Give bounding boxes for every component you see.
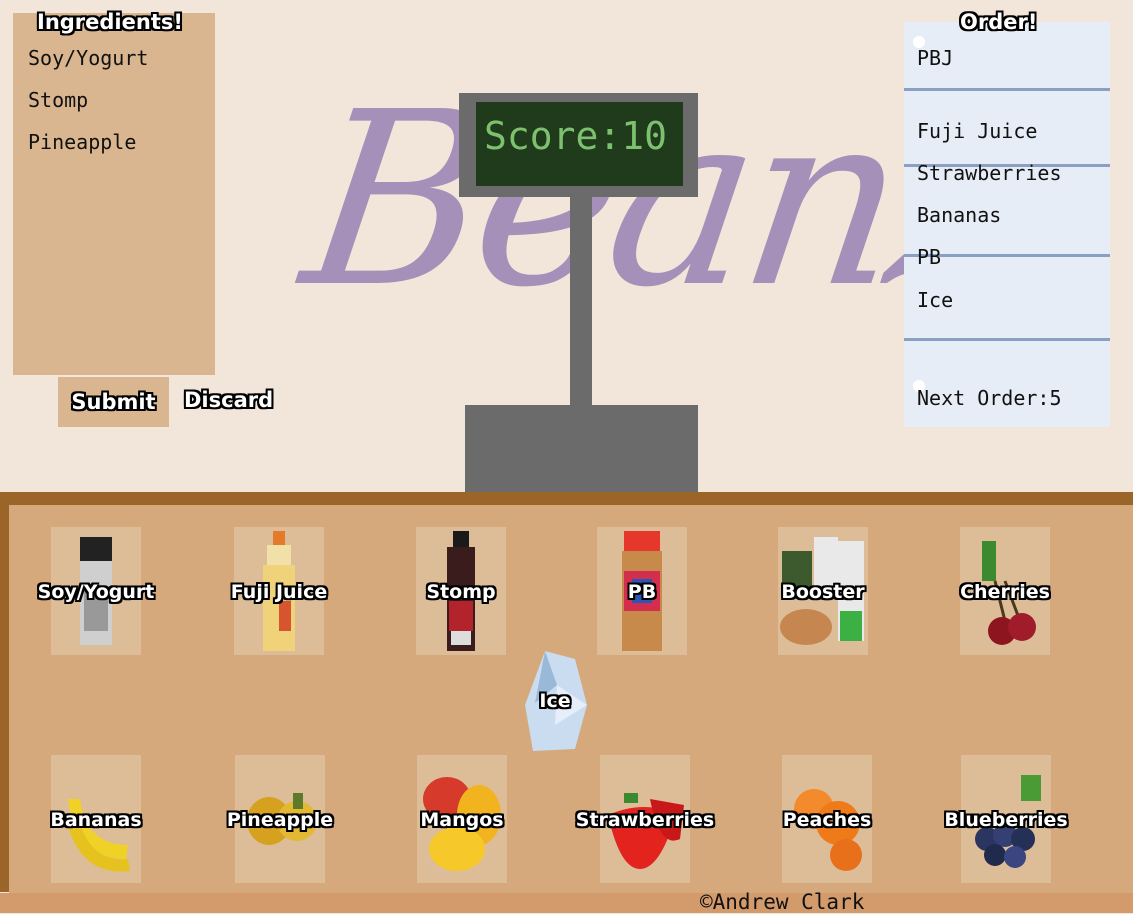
item-label: Pineapple bbox=[226, 809, 334, 831]
ingredient-fuji-juice[interactable]: Fuji Juice bbox=[231, 527, 327, 655]
next-order-value: 5 bbox=[1049, 386, 1062, 410]
score-label: Score: bbox=[484, 114, 622, 158]
order-item: Fuji Juice bbox=[917, 119, 1038, 143]
ingredient-cherries[interactable]: Cherries bbox=[960, 527, 1050, 655]
ingredient-mangos[interactable]: Mangos bbox=[417, 755, 507, 883]
score-display: Score:10 bbox=[484, 114, 667, 158]
copyright-text: ©Andrew Clark bbox=[700, 890, 865, 914]
ingredients-list: Soy/Yogurt Stomp Pineapple bbox=[28, 44, 148, 170]
ingredient-pb[interactable]: PB bbox=[597, 527, 687, 655]
item-label: Ice bbox=[539, 690, 571, 712]
ingredient-bananas[interactable]: Bananas bbox=[50, 755, 142, 883]
next-order: Next Order:5 bbox=[917, 386, 1062, 410]
sign-pole bbox=[570, 196, 592, 406]
order-item: Ice bbox=[917, 288, 954, 312]
item-label: Bananas bbox=[50, 809, 142, 831]
discard-button[interactable]: Discard bbox=[184, 388, 273, 412]
order-item: Bananas bbox=[917, 203, 1002, 227]
ingredient-blueberries[interactable]: Blueberries bbox=[944, 755, 1068, 883]
item-label: Mangos bbox=[420, 809, 504, 831]
ingredients-title: Ingredients! bbox=[37, 10, 183, 34]
order-divider bbox=[904, 88, 1110, 91]
next-order-label: Next Order: bbox=[917, 386, 1050, 410]
ingredient-booster[interactable]: Booster bbox=[778, 527, 868, 655]
sign-base bbox=[465, 405, 698, 495]
ingredient-item: Pineapple bbox=[28, 130, 137, 154]
ingredient-soy-yogurt[interactable]: Soy/Yogurt bbox=[38, 527, 154, 655]
item-label: Booster bbox=[781, 581, 865, 603]
item-label: Fuji Juice bbox=[230, 581, 328, 603]
order-title: Order! bbox=[960, 10, 1038, 34]
ingredient-pineapple[interactable]: Pineapple bbox=[227, 755, 333, 883]
ingredient-ice[interactable]: Ice bbox=[510, 645, 600, 757]
ingredient-peaches[interactable]: Peaches bbox=[782, 755, 872, 883]
order-name: PBJ bbox=[917, 46, 954, 70]
item-label: Stomp bbox=[426, 581, 496, 603]
item-label: PB bbox=[627, 581, 657, 603]
order-item: PB bbox=[917, 245, 942, 269]
order-divider bbox=[904, 338, 1110, 341]
ingredient-item: Soy/Yogurt bbox=[28, 46, 149, 70]
item-label: Blueberries bbox=[944, 809, 1068, 831]
ingredient-item: Stomp bbox=[28, 88, 89, 112]
ingredient-stomp[interactable]: Stomp bbox=[416, 527, 506, 655]
item-label: Cherries bbox=[960, 581, 1050, 603]
order-item: Strawberries bbox=[917, 161, 1062, 185]
ingredient-strawberries[interactable]: Strawberries bbox=[576, 755, 714, 883]
score-value: 10 bbox=[621, 114, 668, 158]
item-label: Strawberries bbox=[575, 809, 715, 831]
footer-bar bbox=[0, 893, 1133, 913]
submit-button[interactable]: Submit bbox=[58, 377, 169, 427]
item-label: Soy/Yogurt bbox=[37, 581, 155, 603]
